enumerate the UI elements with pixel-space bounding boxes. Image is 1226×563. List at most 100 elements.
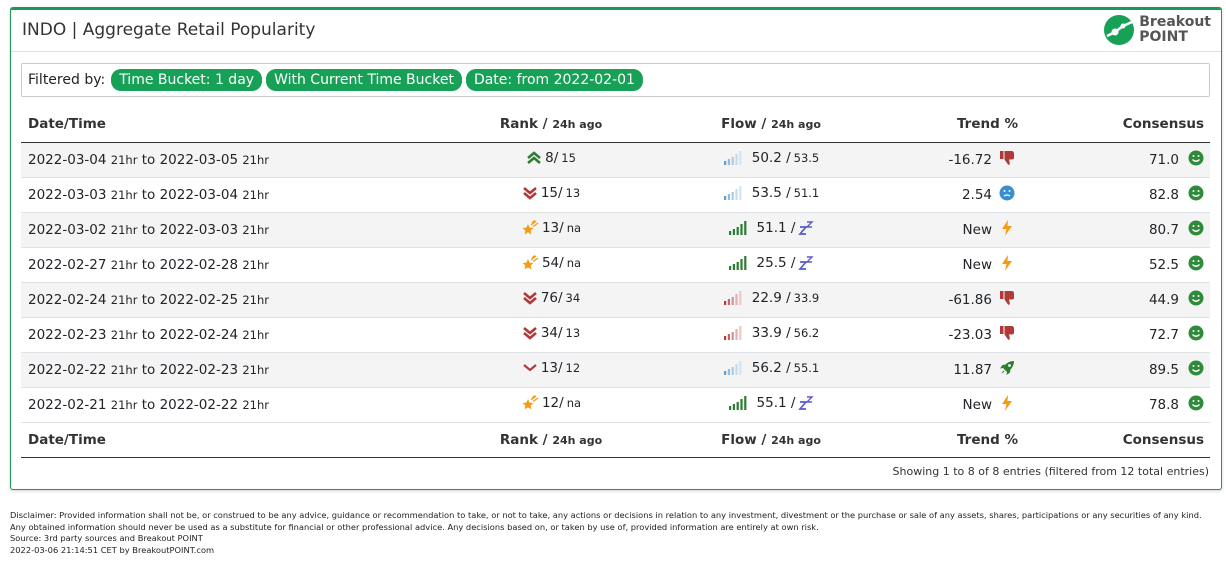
cell-consensus: 80.7 bbox=[1026, 211, 1210, 247]
lightning-icon bbox=[996, 219, 1018, 240]
table-row: 2022-02-22 21hr to 2022-02-23 21hr 13/12 5… bbox=[21, 351, 1210, 387]
cell-flow: 51.1 / bbox=[651, 211, 891, 247]
timestamp-text: 2022-03-06 21:14:51 CET by BreakoutPOINT… bbox=[10, 544, 215, 555]
signal-bars-blue-icon bbox=[723, 361, 743, 375]
cell-trend: 2.54 bbox=[891, 176, 1026, 212]
breakout-point-logo[interactable]: Breakout POINT bbox=[1103, 13, 1211, 47]
cell-flow: 53.5 /51.1 bbox=[651, 176, 891, 212]
cell-flow: 56.2 /55.1 bbox=[651, 351, 891, 387]
col-header-flow[interactable]: Flow / 24h ago bbox=[651, 107, 891, 143]
cell-rank: 15/13 bbox=[451, 176, 651, 212]
signal-bars-green-icon bbox=[728, 396, 748, 410]
table-footer-row: Date/Time Rank / 24h ago Flow / 24h ago … bbox=[21, 421, 1210, 458]
table-row: 2022-02-23 21hr to 2022-02-24 21hr 34/13 3… bbox=[21, 316, 1210, 352]
col-footer-consensus[interactable]: Consensus bbox=[1026, 421, 1210, 458]
col-footer-flow[interactable]: Flow / 24h ago bbox=[651, 421, 891, 458]
rank-prev: na bbox=[566, 255, 582, 270]
flow-value: 25.5 / bbox=[756, 255, 796, 271]
cell-rank: 34/13 bbox=[451, 316, 651, 352]
filter-pill-current-bucket[interactable]: With Current Time Bucket bbox=[266, 69, 462, 91]
cell-trend: -23.03 bbox=[891, 316, 1026, 352]
smile-icon bbox=[1188, 150, 1204, 170]
consensus-value: 80.7 bbox=[1148, 221, 1179, 238]
col-header-consensus[interactable]: Consensus bbox=[1026, 107, 1210, 143]
table-row: 2022-02-21 21hr to 2022-02-22 21hr 12/na 5… bbox=[21, 386, 1210, 422]
thumbs-down-icon bbox=[996, 150, 1018, 170]
filter-label: Filtered by: bbox=[28, 72, 106, 88]
filter-pill-date[interactable]: Date: from 2022-02-01 bbox=[465, 69, 643, 91]
shooting-star-icon bbox=[521, 219, 539, 236]
col-footer-trend[interactable]: Trend % bbox=[891, 421, 1026, 458]
rank-prev: 12 bbox=[565, 361, 581, 375]
sleep-icon bbox=[798, 221, 815, 235]
cell-flow: 22.9 /33.9 bbox=[651, 281, 891, 317]
rank-value: 8/ bbox=[545, 150, 559, 166]
smile-icon bbox=[1188, 395, 1204, 415]
cell-date: 2022-02-27 21hr to 2022-02-28 21hr bbox=[21, 246, 451, 282]
flow-prev: 33.9 bbox=[793, 291, 820, 305]
cell-date: 2022-03-02 21hr to 2022-03-03 21hr bbox=[21, 211, 451, 247]
smile-icon bbox=[1188, 360, 1204, 380]
trend-value: 11.87 bbox=[953, 361, 992, 378]
trend-value: -16.72 bbox=[948, 151, 992, 168]
col-header-rank[interactable]: Rank / 24h ago bbox=[451, 107, 651, 143]
filter-pill-time-bucket[interactable]: Time Bucket: 1 day bbox=[111, 69, 263, 91]
cell-trend: 11.87 bbox=[891, 351, 1026, 387]
table-header-row: Date/Time Rank / 24h ago Flow / 24h ago … bbox=[21, 107, 1210, 143]
card-header: INDO | Aggregate Retail Popularity Break… bbox=[11, 10, 1221, 52]
cell-date: 2022-02-22 21hr to 2022-02-23 21hr bbox=[21, 351, 451, 387]
rank-prev: 13 bbox=[565, 186, 581, 200]
logo-text-line2: POINT bbox=[1139, 29, 1188, 45]
filter-bar: Filtered by: Time Bucket: 1 day With Cur… bbox=[21, 63, 1210, 97]
lightning-icon bbox=[996, 394, 1018, 415]
shooting-star-icon bbox=[521, 394, 539, 411]
rank-value: 15/ bbox=[540, 185, 563, 201]
flow-value: 56.2 / bbox=[751, 360, 791, 376]
signal-bars-green-icon bbox=[728, 256, 748, 270]
col-header-trend[interactable]: Trend % bbox=[891, 107, 1026, 143]
cell-rank: 13/na bbox=[451, 211, 651, 247]
cell-date: 2022-02-24 21hr to 2022-02-25 21hr bbox=[21, 281, 451, 317]
flow-value: 22.9 / bbox=[751, 290, 791, 306]
trend-value: New bbox=[962, 396, 992, 413]
consensus-value: 71.0 bbox=[1148, 151, 1179, 168]
table-row: 2022-03-02 21hr to 2022-03-03 21hr 13/na 5… bbox=[21, 211, 1210, 247]
smile-icon bbox=[1188, 185, 1204, 205]
cell-trend: New bbox=[891, 246, 1026, 282]
cell-trend: New bbox=[891, 211, 1026, 247]
col-header-date[interactable]: Date/Time bbox=[21, 107, 451, 143]
trend-value: -61.86 bbox=[948, 291, 992, 308]
rank-value: 54/ bbox=[541, 254, 564, 271]
signal-bars-blue-icon bbox=[723, 186, 743, 200]
trend-value: New bbox=[962, 256, 992, 273]
cell-trend: New bbox=[891, 386, 1026, 422]
cell-consensus: 82.8 bbox=[1026, 176, 1210, 212]
logo-mark-icon bbox=[1104, 15, 1135, 45]
signal-bars-red-icon bbox=[723, 326, 743, 340]
double-chevron-up-icon bbox=[526, 151, 542, 165]
cell-consensus: 72.7 bbox=[1026, 316, 1210, 352]
flow-value: 51.1 / bbox=[756, 220, 796, 236]
flow-prev: 53.5 bbox=[793, 151, 820, 165]
col-footer-date[interactable]: Date/Time bbox=[21, 421, 451, 458]
cell-rank: 13/12 bbox=[451, 351, 651, 387]
cell-rank: 12/na bbox=[451, 386, 651, 422]
flow-value: 50.2 / bbox=[751, 150, 791, 166]
consensus-value: 82.8 bbox=[1148, 186, 1179, 203]
cell-consensus: 44.9 bbox=[1026, 281, 1210, 317]
cell-flow: 55.1 / bbox=[651, 386, 891, 422]
col-footer-rank[interactable]: Rank / 24h ago bbox=[451, 421, 651, 458]
cell-date: 2022-03-03 21hr to 2022-03-04 21hr bbox=[21, 176, 451, 212]
source-text: Source: 3rd party sources and Breakout P… bbox=[10, 533, 203, 544]
cell-consensus: 78.8 bbox=[1026, 386, 1210, 422]
signal-bars-red-icon bbox=[723, 291, 743, 305]
rank-prev: na bbox=[566, 220, 582, 235]
rank-prev: 34 bbox=[565, 291, 581, 305]
flow-value: 55.1 / bbox=[756, 395, 796, 411]
cell-rank: 76/34 bbox=[451, 281, 651, 317]
cell-rank: 54/na bbox=[451, 246, 651, 282]
flow-prev: 56.2 bbox=[793, 326, 820, 340]
flow-prev: 51.1 bbox=[793, 186, 820, 200]
consensus-value: 89.5 bbox=[1148, 361, 1179, 378]
flow-value: 33.9 / bbox=[751, 325, 791, 341]
